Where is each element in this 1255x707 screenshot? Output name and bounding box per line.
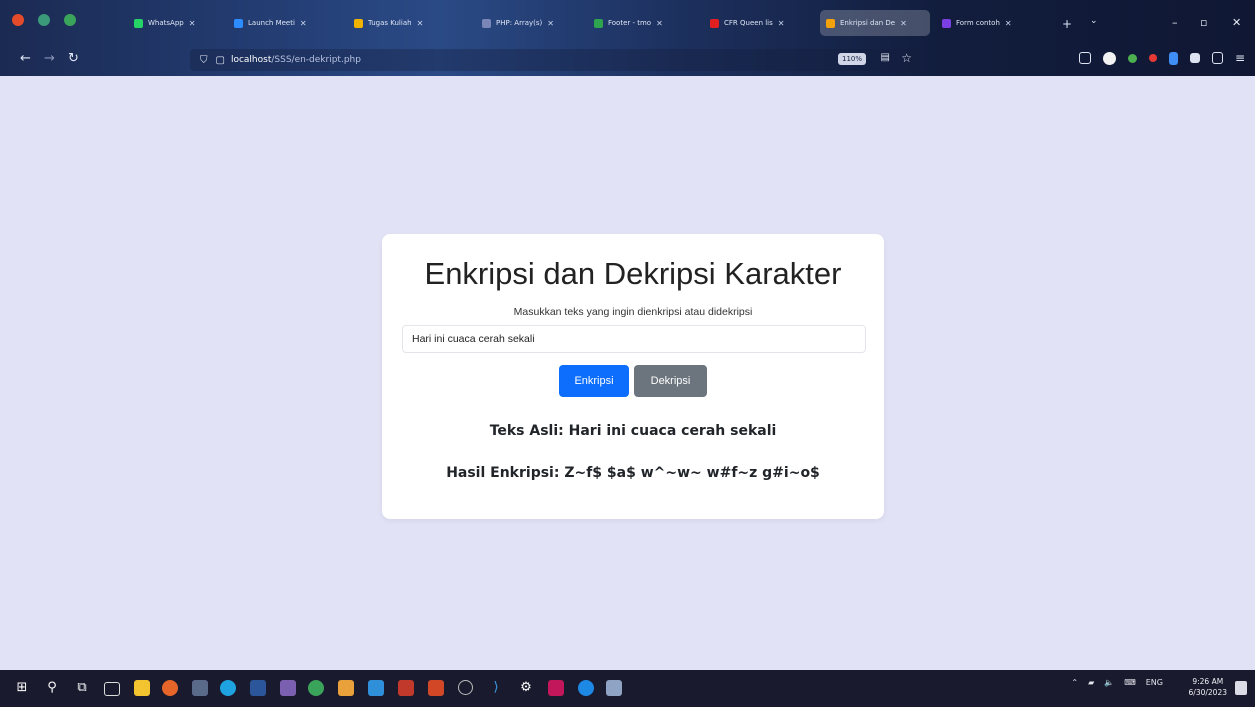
access-icon[interactable]	[398, 680, 414, 696]
minimize-icon[interactable]: –	[1172, 16, 1178, 29]
crypto-card: Enkripsi dan Dekripsi Karakter Masukkan …	[382, 234, 884, 519]
search-icon[interactable]: ⚲	[44, 680, 60, 696]
page-title: Enkripsi dan Dekripsi Karakter	[424, 256, 842, 291]
extension-toolbar: ≡	[1078, 51, 1245, 65]
network-icon[interactable]: ▰	[1088, 678, 1094, 687]
task-view-icon[interactable]: ⧉	[74, 680, 90, 696]
new-tab-icon[interactable]: +	[1062, 17, 1072, 31]
app-blue-icon[interactable]	[578, 680, 594, 696]
close-icon[interactable]: ✕	[300, 19, 307, 28]
extension-green-icon[interactable]	[1127, 53, 1137, 63]
url-bar[interactable]: ⛉ ▢ localhost /SSS/en-dekript.php 110% ▤…	[190, 49, 920, 71]
menu-icon[interactable]: ≡	[1235, 51, 1245, 65]
forward-icon: →	[44, 51, 55, 66]
store-icon[interactable]	[368, 680, 384, 696]
encryption-result: Hasil Enkripsi: Z~f$ $a$ w^~w~ w#f~z g#i…	[446, 465, 820, 481]
close-window-icon[interactable]: ✕	[1232, 16, 1241, 29]
vscode-icon[interactable]: ⟩	[488, 680, 504, 696]
page-content: Enkripsi dan Dekripsi Karakter Masukkan …	[0, 76, 1255, 670]
close-icon[interactable]: ✕	[1005, 19, 1012, 28]
notes-icon[interactable]	[338, 680, 354, 696]
window-system-icons	[12, 14, 76, 26]
onenote-icon[interactable]	[280, 680, 296, 696]
close-icon[interactable]: ✕	[778, 19, 785, 28]
chevron-down-icon[interactable]: ⌄	[1090, 16, 1098, 26]
whatsapp-icon	[134, 18, 143, 28]
decrypt-button[interactable]: Dekripsi	[634, 365, 707, 397]
firefox-view-icon[interactable]	[12, 14, 24, 26]
bookmark-star-icon[interactable]: ☆	[901, 51, 912, 65]
input-label: Masukkan teks yang ingin dienkripsi atau…	[513, 306, 753, 318]
word-icon[interactable]	[250, 680, 266, 696]
extension-icon[interactable]	[38, 14, 50, 26]
tab-whatsapp[interactable]: WhatsApp ✕	[128, 10, 223, 36]
settings-icon[interactable]: ⚙	[518, 680, 534, 696]
tab-tugas-kuliah[interactable]: Tugas Kuliah ✕	[348, 10, 460, 36]
reload-icon[interactable]: ↻	[68, 51, 79, 66]
pinned-tab-icon[interactable]	[64, 14, 76, 26]
extension-red-icon[interactable]	[1148, 54, 1157, 62]
text-input[interactable]: Hari ini cuaca cerah sekali	[402, 325, 866, 353]
speaker-icon[interactable]: 🔈	[1104, 678, 1114, 687]
extensions-icon[interactable]	[1189, 53, 1200, 63]
app-gray-icon[interactable]	[606, 680, 622, 696]
original-text: Teks Asli: Hari ini cuaca cerah sekali	[489, 423, 777, 439]
notification-icon[interactable]	[1235, 681, 1247, 695]
close-icon[interactable]: ✕	[900, 19, 907, 28]
encrypt-button[interactable]: Enkripsi	[559, 365, 629, 397]
app-icon[interactable]	[192, 680, 208, 696]
extension-blue-icon[interactable]	[1168, 51, 1178, 65]
close-icon[interactable]: ✕	[189, 19, 196, 28]
tab-cfr[interactable]: CFR Queen lis ✕	[704, 10, 812, 36]
page-info-icon[interactable]: ▢	[216, 55, 225, 66]
chrome-icon[interactable]	[308, 680, 324, 696]
zoom-icon	[234, 18, 243, 28]
back-icon[interactable]: ←	[20, 51, 31, 66]
url-path: /SSS/en-dekript.php	[271, 55, 361, 65]
firefox-icon[interactable]	[162, 680, 178, 696]
desktop-icon[interactable]	[104, 682, 120, 696]
form-icon	[942, 18, 951, 28]
page-icon	[594, 18, 603, 28]
tab-php-array[interactable]: PHP: Array(s) ✕	[476, 10, 580, 36]
edge-icon[interactable]	[220, 680, 236, 696]
navigation-bar: ← → ↻ ⛉ ▢ localhost /SSS/en-dekript.php …	[0, 46, 1255, 74]
drive-icon	[354, 18, 363, 28]
show-hidden-icons-icon[interactable]: ⌃	[1071, 678, 1078, 687]
clock-date: 6/30/2023	[1188, 688, 1227, 697]
reader-view-icon[interactable]: ▤	[881, 52, 890, 63]
close-icon[interactable]: ✕	[656, 19, 663, 28]
php-icon	[482, 18, 491, 28]
windows-taskbar: ⊞ ⚲ ⧉ ⟩ ⚙ ⌃ ▰ 🔈 ⌨ ENG 9:26 AM 6/30/2023	[0, 670, 1255, 707]
youtube-icon	[710, 18, 719, 28]
tab-footer[interactable]: Footer - tmo ✕	[588, 10, 696, 36]
url-host: localhost	[230, 55, 272, 65]
powerpoint-icon[interactable]	[428, 680, 444, 696]
pocket-icon[interactable]	[1078, 52, 1091, 64]
keyboard-icon[interactable]: ⌨	[1124, 678, 1136, 687]
clock[interactable]: 9:26 AM 6/30/2023	[1189, 676, 1227, 698]
file-explorer-icon[interactable]	[134, 680, 150, 696]
browser-chrome: WhatsApp ✕ Launch Meeti ✕ Tugas Kuliah ✕…	[0, 0, 1255, 76]
language-indicator[interactable]: ENG	[1146, 678, 1163, 687]
github-icon[interactable]	[458, 680, 473, 695]
page-icon	[826, 18, 835, 28]
shield-icon[interactable]: ⛉	[200, 55, 208, 66]
app-pink-icon[interactable]	[548, 680, 564, 696]
zoom-level-badge[interactable]: 110%	[837, 53, 866, 65]
start-icon[interactable]: ⊞	[14, 680, 30, 696]
tab-bar: WhatsApp ✕ Launch Meeti ✕ Tugas Kuliah ✕…	[0, 6, 1255, 40]
clock-time: 9:26 AM	[1192, 677, 1224, 686]
maximize-icon[interactable]: ▫	[1200, 16, 1207, 29]
tab-launch-meeting[interactable]: Launch Meeti ✕	[228, 10, 323, 36]
close-icon[interactable]: ✕	[547, 19, 554, 28]
tab-form[interactable]: Form contoh ✕	[936, 10, 1044, 36]
account-icon[interactable]	[1102, 51, 1116, 65]
tab-enkripsi[interactable]: Enkripsi dan De ✕	[820, 10, 930, 36]
close-icon[interactable]: ✕	[417, 19, 424, 28]
home-icon[interactable]	[1211, 52, 1223, 64]
